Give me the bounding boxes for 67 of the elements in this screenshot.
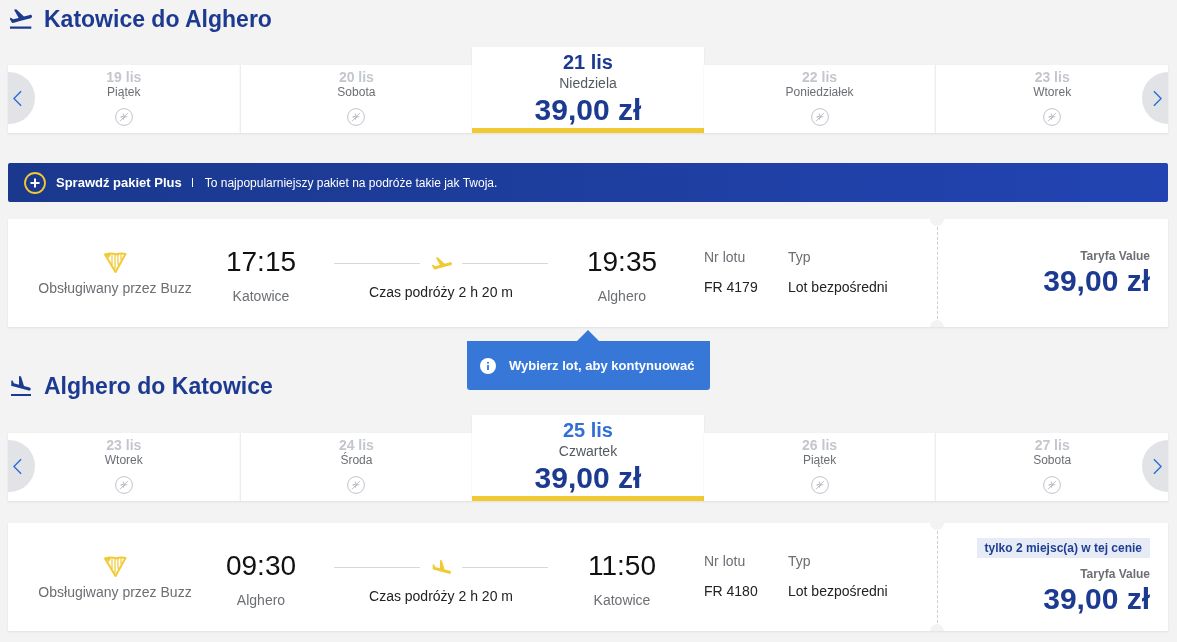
ticket-notch — [930, 624, 944, 631]
flight-number-label: Nr lotu — [704, 248, 746, 267]
seats-left-badge: tylko 2 miejsc(a) w tej cenie — [976, 538, 1150, 558]
duration-text: Czas podróży 2 h 20 m — [369, 587, 513, 606]
arrival-city: Katowice — [593, 591, 651, 610]
no-flights-icon — [347, 476, 366, 494]
date-tab[interactable]: 23 lis Wtorek — [935, 65, 1168, 133]
promo-title: Sprawdź pakiet Plus — [56, 173, 182, 192]
ticket-notch — [930, 523, 944, 530]
date-tab[interactable]: 20 lis Sobota — [239, 65, 473, 133]
route-title: Katowice do Alghero — [44, 5, 272, 34]
no-flights-icon — [347, 108, 366, 126]
fare-label: Taryfa Value — [1080, 566, 1150, 582]
fare-price: 39,00 zł — [1043, 582, 1150, 616]
chevron-right-icon — [1153, 457, 1162, 475]
harp-logo-icon — [103, 554, 127, 578]
flight-number: FR 4179 — [704, 278, 758, 297]
departure-city: Katowice — [232, 287, 290, 306]
flight-card[interactable]: Obsługiwany przez Buzz 17:15 Katowice Czas podróży 2 h 20 m 19:35 Alghero Nr lotu FR 4179 Typ Lot bezpośredni Taryfa Value 39,00 zł — [8, 219, 1168, 327]
departure-city: Alghero — [236, 591, 286, 610]
no-flights-icon — [1043, 476, 1062, 494]
arrival-time: 19:35 — [586, 246, 658, 278]
plane-icon — [432, 560, 452, 574]
flight-card[interactable]: Obsługiwany przez Buzz 09:30 Alghero Czas podróży 2 h 20 m 11:50 Katowice Nr lotu FR 4180 Typ Lot bezpośredni tylko 2 miejsc(a) w tej cenie Taryfa Value 39,00 zł — [8, 523, 1168, 631]
landing-icon — [10, 376, 32, 396]
promo-text: To najpopularniejszy pakiet na podróże takie jak Twoja. — [204, 174, 498, 192]
departure-time: 17:15 — [225, 246, 297, 278]
chevron-right-icon — [1153, 89, 1162, 107]
flight-type: Lot bezpośredni — [788, 278, 888, 297]
flight-number: FR 4180 — [704, 582, 758, 601]
arrival-time: 11:50 — [588, 550, 656, 582]
ticket-notch — [930, 320, 944, 327]
no-flights-icon — [114, 108, 133, 126]
date-tab[interactable]: 24 lis Środa — [239, 433, 473, 501]
no-flights-icon — [810, 476, 829, 494]
ticket-notch — [930, 219, 944, 226]
no-flights-icon — [810, 108, 829, 126]
departure-time: 09:30 — [225, 550, 297, 582]
operator-label: Obsługiwany przez Buzz — [38, 583, 192, 602]
plane-icon — [432, 256, 452, 270]
type-label: Typ — [788, 248, 811, 267]
arrival-city: Alghero — [597, 287, 647, 306]
info-icon — [480, 357, 496, 374]
duration-text: Czas podróży 2 h 20 m — [369, 283, 513, 302]
route-title: Alghero do Katowice — [44, 372, 273, 401]
date-tab[interactable]: 27 lis Sobota — [935, 433, 1168, 501]
flight-number-label: Nr lotu — [704, 552, 746, 571]
date-tab[interactable]: 21 lis Niedziela 39,00 zł — [472, 47, 704, 133]
chevron-left-icon — [13, 457, 22, 475]
no-flights-icon — [114, 476, 133, 494]
promo-banner[interactable]: Sprawdź pakiet Plus To najpopularniejszy pakiet na podróże takie jak Twoja. — [8, 163, 1168, 202]
tooltip-text: Wybierz lot, aby kontynuować — [509, 356, 695, 375]
takeoff-icon — [10, 9, 32, 29]
harp-logo-icon — [103, 250, 127, 274]
date-tab[interactable]: 25 lis Czwartek 39,00 zł — [472, 415, 704, 501]
operator-label: Obsługiwany przez Buzz — [38, 279, 192, 298]
fare-price: 39,00 zł — [1043, 264, 1150, 298]
date-tab[interactable]: 23 lis Wtorek — [8, 433, 240, 501]
chevron-left-icon — [13, 89, 22, 107]
date-tab[interactable]: 22 lis Poniedziałek — [703, 65, 936, 133]
type-label: Typ — [788, 552, 811, 571]
flight-type: Lot bezpośredni — [788, 582, 888, 601]
no-flights-icon — [1043, 108, 1062, 126]
date-tab[interactable]: 19 lis Piątek — [8, 65, 240, 133]
fare-label: Taryfa Value — [1080, 248, 1150, 264]
plus-circle-icon — [24, 171, 46, 194]
date-tab[interactable]: 26 lis Piątek — [703, 433, 936, 501]
